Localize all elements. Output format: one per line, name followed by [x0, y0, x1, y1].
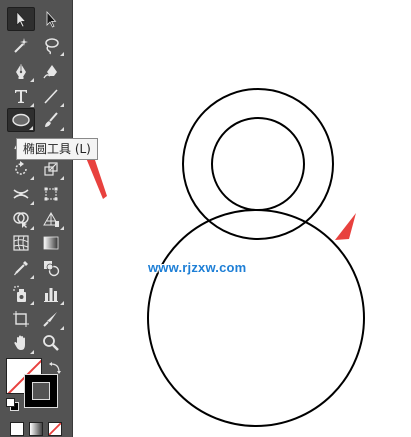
small-ellipse-outer[interactable]: [182, 88, 334, 240]
small-ellipse-inner[interactable]: [211, 117, 305, 211]
watermark-text: www.rjzxw.com: [148, 260, 247, 275]
large-ellipse[interactable]: [147, 209, 365, 427]
drawing-layer: [84, 88, 365, 427]
tool-tooltip: 椭圆工具 (L): [16, 138, 98, 160]
annotation-arrow-canvas: [335, 213, 356, 240]
